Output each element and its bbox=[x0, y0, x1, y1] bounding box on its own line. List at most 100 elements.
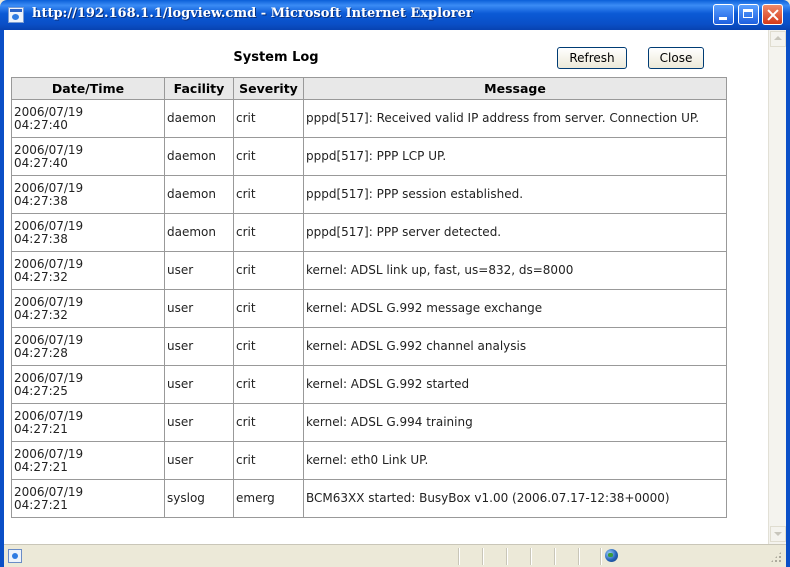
cell-datetime: 2006/07/19 04:27:38 bbox=[11, 175, 165, 214]
column-header-facility: Facility bbox=[164, 77, 234, 100]
cell-datetime: 2006/07/19 04:27:40 bbox=[11, 99, 165, 138]
cell-datetime: 2006/07/19 04:27:21 bbox=[11, 441, 165, 480]
log-date: 2006/07/19 bbox=[14, 484, 84, 499]
table-row: 2006/07/19 04:27:25 user crit kernel: ADSL G… bbox=[11, 365, 727, 404]
cell-facility: daemon bbox=[164, 213, 234, 252]
cell-severity: crit bbox=[233, 137, 304, 176]
table-row: 2006/07/19 04:27:21 user crit kernel: eth0 L… bbox=[11, 441, 727, 480]
table-row: 2006/07/19 04:27:21 syslog emerg BCM63XX sta… bbox=[11, 479, 727, 518]
table-header-row: Date/Time Facility Severity Message bbox=[11, 77, 727, 100]
log-header: System Log Refresh Close bbox=[4, 30, 768, 74]
log-rows: 2006/07/19 04:27:40 daemon crit pppd[517]: R… bbox=[11, 99, 727, 518]
cell-severity: crit bbox=[233, 289, 304, 328]
cell-message: pppd[517]: PPP session established. bbox=[303, 175, 727, 214]
cell-severity: crit bbox=[233, 403, 304, 442]
scroll-up-arrow-icon[interactable] bbox=[770, 31, 786, 47]
cell-severity: crit bbox=[233, 365, 304, 404]
status-divider bbox=[554, 548, 556, 565]
log-time: 04:27:21 bbox=[14, 421, 68, 436]
log-time: 04:27:38 bbox=[14, 193, 68, 208]
window-title: http://192.168.1.1/logview.cmd - Microso… bbox=[32, 6, 473, 21]
title-bar[interactable]: http://192.168.1.1/logview.cmd - Microso… bbox=[0, 0, 790, 30]
cell-facility: user bbox=[164, 441, 234, 480]
cell-facility: user bbox=[164, 251, 234, 290]
log-time: 04:27:32 bbox=[14, 269, 68, 284]
table-row: 2006/07/19 04:27:32 user crit kernel: ADSL l… bbox=[11, 251, 727, 290]
log-date: 2006/07/19 bbox=[14, 180, 84, 195]
cell-message: kernel: ADSL G.992 message exchange bbox=[303, 289, 727, 328]
cell-message: pppd[517]: PPP LCP UP. bbox=[303, 137, 727, 176]
cell-message: BCM63XX started: BusyBox v1.00 (2006.07.… bbox=[303, 479, 727, 518]
cell-severity: crit bbox=[233, 441, 304, 480]
cell-datetime: 2006/07/19 04:27:21 bbox=[11, 403, 165, 442]
ie-page-icon bbox=[8, 7, 24, 23]
table-row: 2006/07/19 04:27:21 user crit kernel: ADSL G… bbox=[11, 403, 727, 442]
log-date: 2006/07/19 bbox=[14, 446, 84, 461]
cell-message: pppd[517]: Received valid IP address fro… bbox=[303, 99, 727, 138]
log-date: 2006/07/19 bbox=[14, 332, 84, 347]
cell-facility: daemon bbox=[164, 99, 234, 138]
log-date: 2006/07/19 bbox=[14, 256, 84, 271]
window-frame-right bbox=[786, 30, 790, 567]
cell-facility: daemon bbox=[164, 137, 234, 176]
refresh-button[interactable]: Refresh bbox=[557, 47, 627, 69]
log-time: 04:27:40 bbox=[14, 155, 68, 170]
status-bar bbox=[4, 544, 786, 567]
close-button[interactable]: Close bbox=[648, 47, 704, 69]
column-header-message: Message bbox=[303, 77, 727, 100]
maximize-icon[interactable] bbox=[738, 4, 759, 25]
ie-page-icon bbox=[8, 549, 22, 563]
log-time: 04:27:25 bbox=[14, 383, 68, 398]
log-date: 2006/07/19 bbox=[14, 408, 84, 423]
cell-datetime: 2006/07/19 04:27:32 bbox=[11, 289, 165, 328]
cell-datetime: 2006/07/19 04:27:21 bbox=[11, 479, 165, 518]
log-time: 04:27:21 bbox=[14, 497, 68, 512]
scroll-down-arrow-icon[interactable] bbox=[770, 526, 786, 542]
column-header-datetime: Date/Time bbox=[11, 77, 165, 100]
cell-facility: syslog bbox=[164, 479, 234, 518]
cell-message: pppd[517]: PPP server detected. bbox=[303, 213, 727, 252]
log-date: 2006/07/19 bbox=[14, 218, 84, 233]
page-title: System Log bbox=[233, 50, 319, 65]
cell-severity: crit bbox=[233, 175, 304, 214]
cell-message: kernel: ADSL G.994 training bbox=[303, 403, 727, 442]
log-date: 2006/07/19 bbox=[14, 294, 84, 309]
cell-facility: user bbox=[164, 289, 234, 328]
cell-datetime: 2006/07/19 04:27:25 bbox=[11, 365, 165, 404]
log-date: 2006/07/19 bbox=[14, 370, 84, 385]
cell-datetime: 2006/07/19 04:27:32 bbox=[11, 251, 165, 290]
log-time: 04:27:38 bbox=[14, 231, 68, 246]
cell-datetime: 2006/07/19 04:27:28 bbox=[11, 327, 165, 366]
cell-message: kernel: ADSL G.992 channel analysis bbox=[303, 327, 727, 366]
table-row: 2006/07/19 04:27:32 user crit kernel: ADSL G… bbox=[11, 289, 727, 328]
resize-grip-icon[interactable] bbox=[770, 551, 782, 563]
cell-facility: daemon bbox=[164, 175, 234, 214]
cell-facility: user bbox=[164, 403, 234, 442]
page-content: System Log Refresh Close Date/Time Facil… bbox=[4, 30, 768, 544]
cell-datetime: 2006/07/19 04:27:40 bbox=[11, 137, 165, 176]
cell-datetime: 2006/07/19 04:27:38 bbox=[11, 213, 165, 252]
column-header-severity: Severity bbox=[233, 77, 304, 100]
vertical-scrollbar[interactable] bbox=[768, 30, 786, 544]
table-row: 2006/07/19 04:27:28 user crit kernel: ADSL G… bbox=[11, 327, 727, 366]
status-divider bbox=[530, 548, 532, 565]
table-row: 2006/07/19 04:27:40 daemon crit pppd[517]: P… bbox=[11, 137, 727, 176]
table-row: 2006/07/19 04:27:40 daemon crit pppd[517]: R… bbox=[11, 99, 727, 138]
cell-severity: emerg bbox=[233, 479, 304, 518]
cell-severity: crit bbox=[233, 251, 304, 290]
status-divider bbox=[482, 548, 484, 565]
status-divider bbox=[458, 548, 460, 565]
table-row: 2006/07/19 04:27:38 daemon crit pppd[517]: P… bbox=[11, 175, 727, 214]
close-icon[interactable] bbox=[762, 4, 783, 25]
cell-severity: crit bbox=[233, 213, 304, 252]
cell-message: kernel: ADSL G.992 started bbox=[303, 365, 727, 404]
cell-severity: crit bbox=[233, 99, 304, 138]
cell-facility: user bbox=[164, 327, 234, 366]
status-divider bbox=[578, 548, 580, 565]
log-time: 04:27:21 bbox=[14, 459, 68, 474]
minimize-icon[interactable] bbox=[713, 4, 734, 25]
status-divider bbox=[600, 548, 602, 565]
cell-message: kernel: eth0 Link UP. bbox=[303, 441, 727, 480]
cell-facility: user bbox=[164, 365, 234, 404]
log-time: 04:27:32 bbox=[14, 307, 68, 322]
